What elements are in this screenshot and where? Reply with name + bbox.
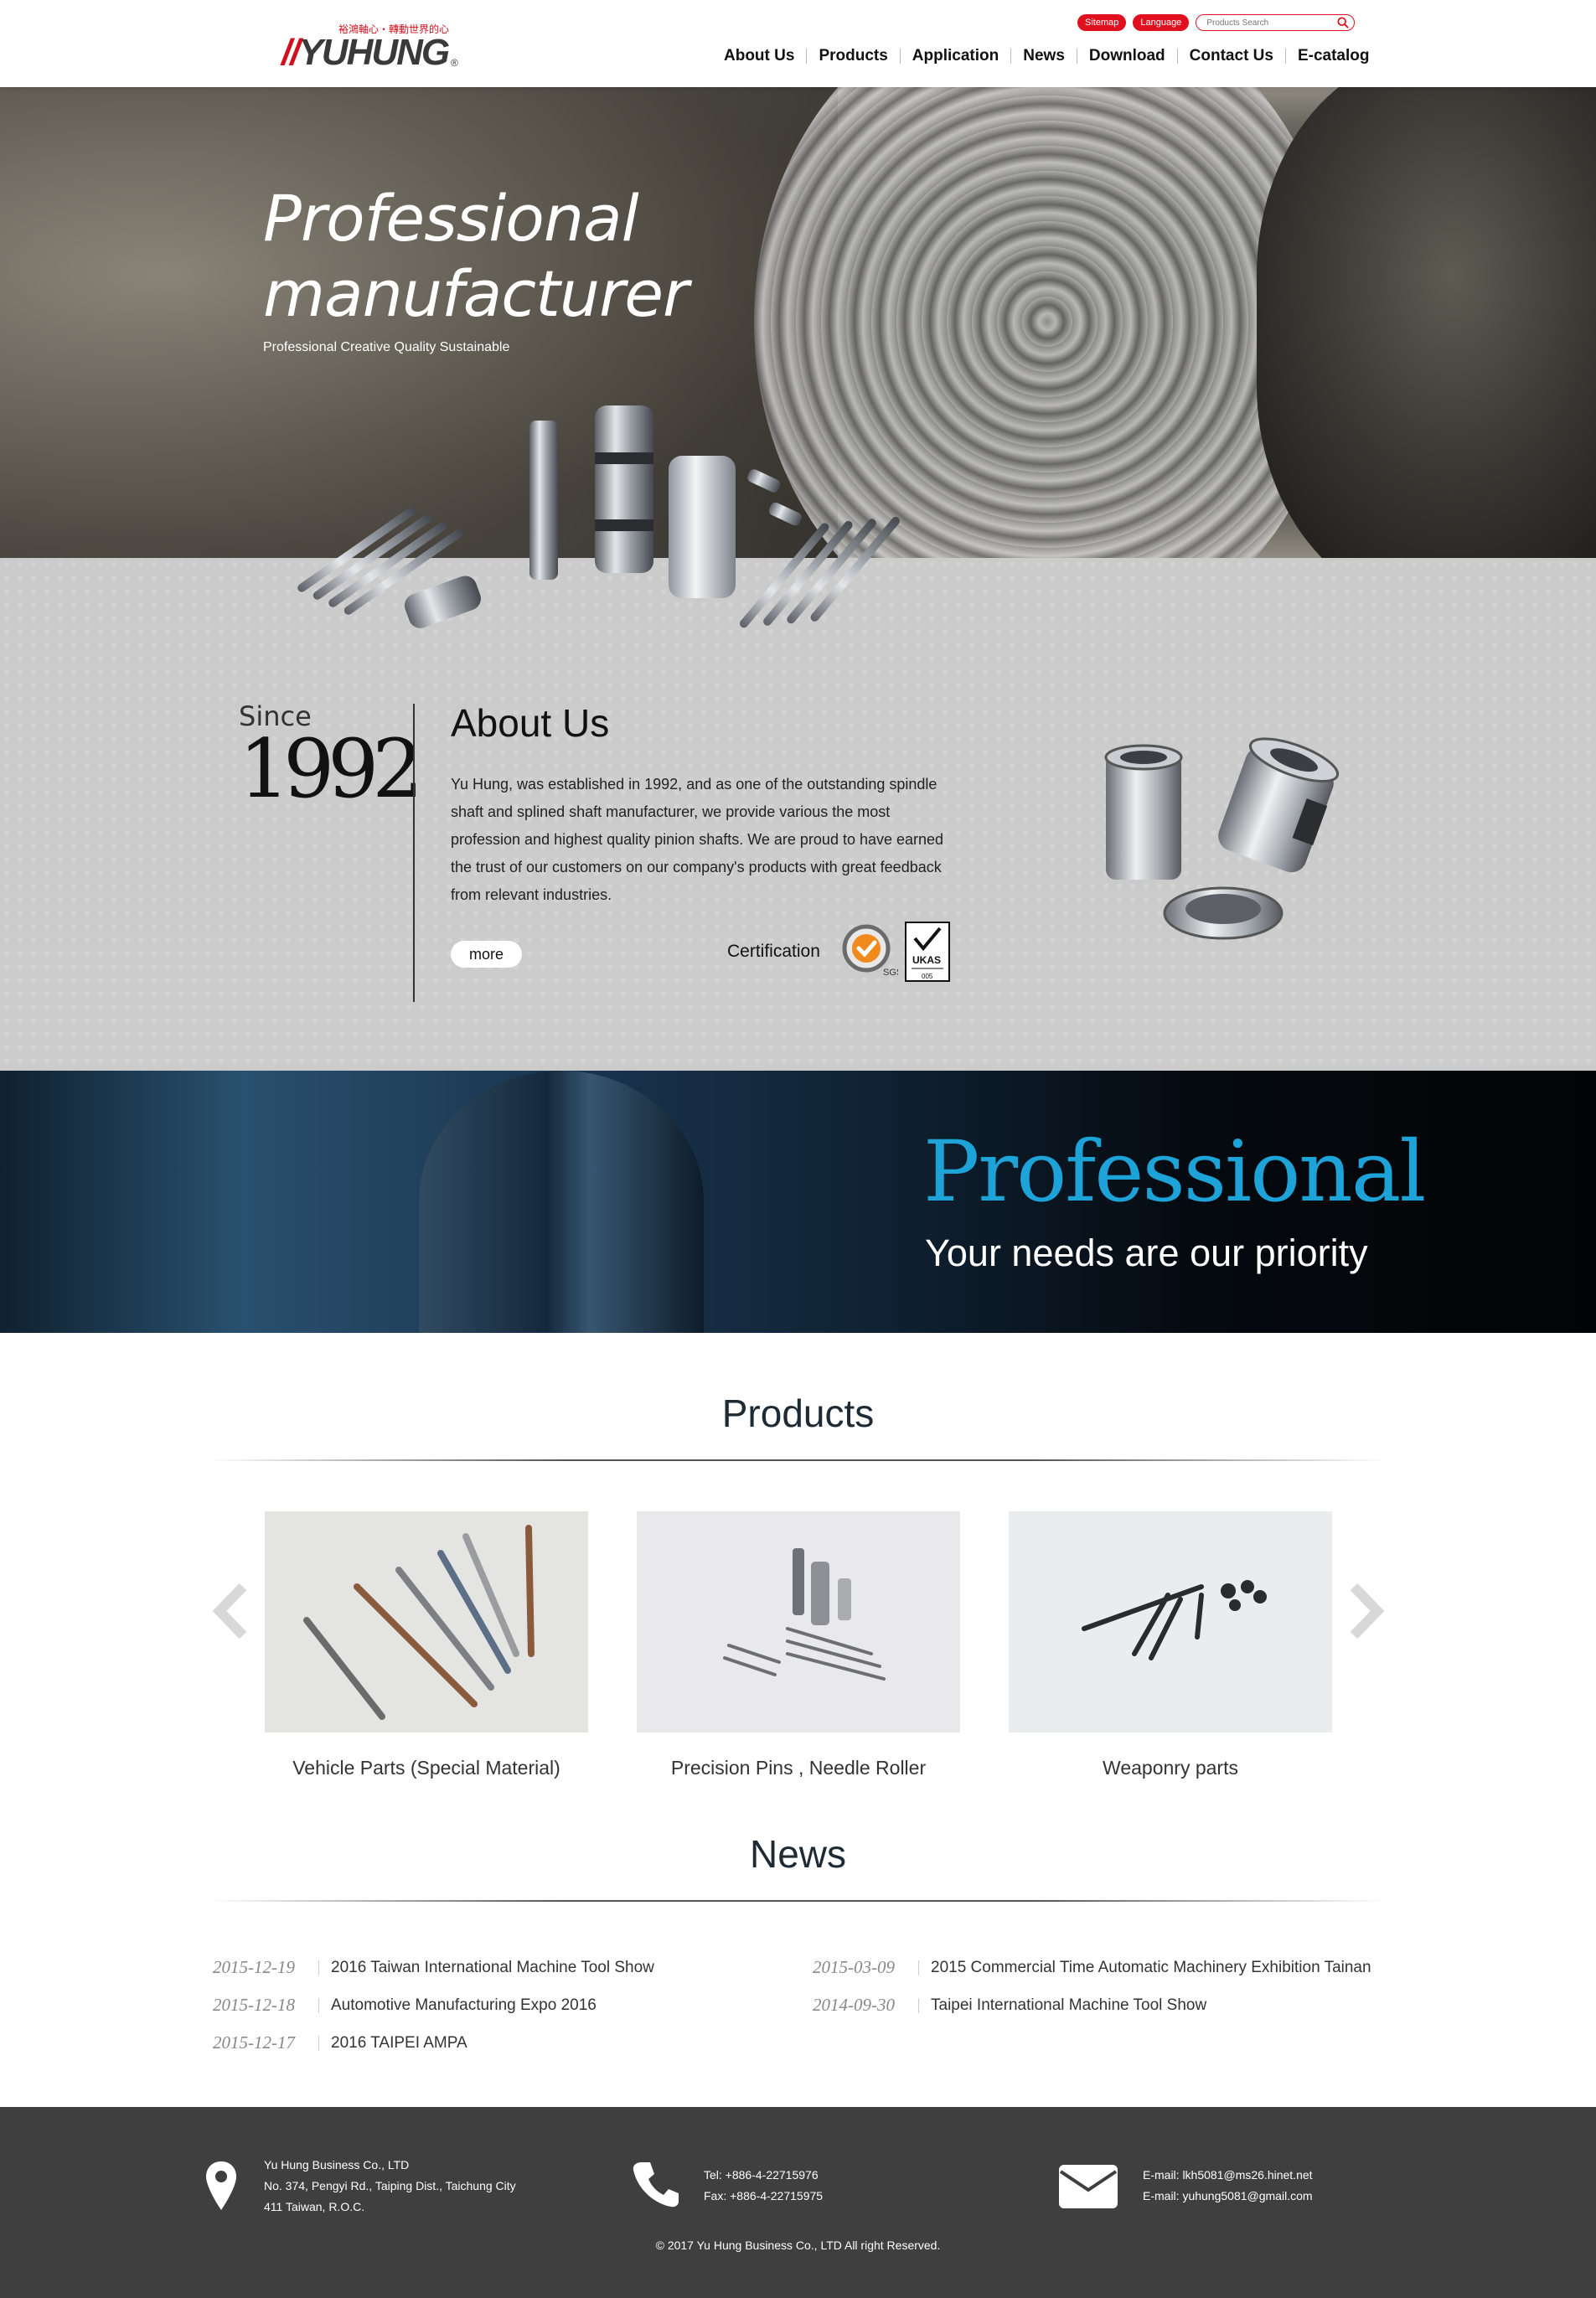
product-card-vehicle-parts[interactable]: Vehicle Parts (Special Material) [265,1511,588,1779]
news-item[interactable]: 2014-09-30 Taipei International Machine T… [813,1995,1206,2016]
news-date: 2015-03-09 [813,1957,895,1977]
news-item[interactable]: 2015-03-09 2015 Commercial Time Automatic… [813,1957,1371,1978]
news-item[interactable]: 2015-12-18 Automotive Manufacturing Expo … [213,1995,597,2016]
about-title: About Us [451,701,610,745]
search-box [1196,14,1356,31]
products-divider [209,1459,1387,1461]
news-title[interactable]: 2016 Taiwan International Machine Tool S… [331,1959,654,1977]
search-input[interactable] [1206,18,1333,28]
news-title[interactable]: Taipei International Machine Tool Show [931,1996,1206,2015]
product-image [1009,1511,1332,1733]
since-year: 1992 [239,722,423,816]
nav-download[interactable]: Download [1076,48,1177,64]
svg-text:005: 005 [922,973,933,980]
footer-fax: Fax: +886-4-22715975 [704,2189,824,2202]
svg-text:UKAS: UKAS [912,954,941,966]
language-button[interactable]: Language [1133,14,1190,31]
since-1992-badge: Since 1992 [239,700,423,816]
divider [413,704,415,1002]
news-divider [209,1900,1387,1902]
news-item[interactable]: 2015-12-19 2016 Taiwan International Mach… [213,1957,654,1978]
product-card-precision-pins[interactable]: Precision Pins , Needle Roller [637,1511,960,1779]
news-date: 2015-12-17 [213,2032,295,2053]
product-image [265,1511,588,1733]
sitemap-button[interactable]: Sitemap [1077,14,1127,31]
footer-address-line1: No. 374, Pengyi Rd., Taiping Dist., Taic… [264,2179,516,2192]
footer-address: Yu Hung Business Co., LTD No. 374, Pengy… [264,2155,516,2218]
main-nav: About Us Products Application News Downl… [712,48,1382,64]
news-date: 2015-12-18 [213,1995,295,2015]
search-icon[interactable] [1337,17,1350,28]
product-caption: Vehicle Parts (Special Material) [292,1757,560,1779]
logo-text: YUHUNG [298,32,450,73]
news-title[interactable]: Automotive Manufacturing Expo 2016 [331,1996,597,2015]
banner-subtitle: Your needs are our priority [925,1232,1368,1274]
svg-text:SGS: SGS [883,968,898,978]
location-pin-icon [206,2161,236,2210]
sgs-certification-icon: SGS [842,924,898,978]
certification-label: Certification [727,942,820,961]
news-title[interactable]: 2015 Commercial Time Automatic Machinery… [931,1959,1371,1977]
hero-subtitle: Professional Creative Quality Sustainabl… [263,340,510,354]
footer-tel[interactable]: Tel: +886-4-22715976 [704,2165,823,2186]
news-title[interactable]: 2016 TAIPEI AMPA [331,2034,467,2053]
machine-image [1257,87,1596,558]
footer-email-2[interactable]: E-mail: yuhung5081@gmail.com [1143,2186,1313,2207]
registered-icon: ® [451,57,458,69]
news-date: 2014-09-30 [813,1995,895,2015]
product-caption: Precision Pins , Needle Roller [670,1757,927,1779]
nav-e-catalog[interactable]: E-catalog [1284,48,1382,64]
product-card-weaponry-parts[interactable]: Weaponry parts [1009,1511,1332,1779]
more-button[interactable]: more [451,941,522,968]
products-heading: Products [721,1392,875,1435]
ukas-certification-icon: UKAS 005 [905,922,950,982]
footer-email: E-mail: lkh5081@ms26.hinet.net E-mail: y… [1143,2165,1313,2207]
carousel-next-arrow-icon[interactable] [1345,1582,1386,1640]
banner-title: Professional [923,1123,1426,1221]
footer-address-line2: 411 Taiwan, R.O.C. [264,2200,365,2213]
footer-email-1[interactable]: E-mail: lkh5081@ms26.hinet.net [1143,2165,1313,2186]
about-text: Yu Hung, was established in 1992, and as… [451,776,944,903]
footer-company: Yu Hung Business Co., LTD [264,2158,410,2171]
nav-contact-us[interactable]: Contact Us [1176,48,1285,64]
banner-machine-image [419,1071,704,1333]
nav-products[interactable]: Products [806,48,899,64]
logo-mark-icon: // [281,32,300,73]
pins-product-image [297,405,900,628]
carousel-prev-arrow-icon[interactable] [211,1582,251,1640]
bushing-product-image [1104,737,1340,940]
product-caption: Weaponry parts [1103,1757,1238,1779]
nav-news[interactable]: News [1010,48,1077,64]
email-icon [1059,2165,1118,2208]
utility-bar: Sitemap Language [1077,13,1356,32]
news-item[interactable]: 2015-12-17 2016 TAIPEI AMPA [213,2032,467,2053]
news-date: 2015-12-19 [213,1957,295,1977]
phone-icon [633,2162,679,2208]
news-heading: News [749,1832,847,1876]
nav-about-us[interactable]: About Us [712,48,806,64]
hero-title: Professional manufacturer [263,181,689,331]
logo-wordmark: //YUHUNG [281,32,450,74]
logo[interactable]: 裕鴻軸心・轉動世界的心 //YUHUNG ® [281,17,458,73]
footer-phone: Tel: +886-4-22715976 Fax: +886-4-2271597… [704,2165,823,2207]
product-image [637,1511,960,1733]
nav-application[interactable]: Application [899,48,1010,64]
copyright: © 2017 Yu Hung Business Co., LTD All rig… [655,2239,941,2252]
site-header: 裕鴻軸心・轉動世界的心 //YUHUNG ® Sitemap Language … [0,0,1596,87]
